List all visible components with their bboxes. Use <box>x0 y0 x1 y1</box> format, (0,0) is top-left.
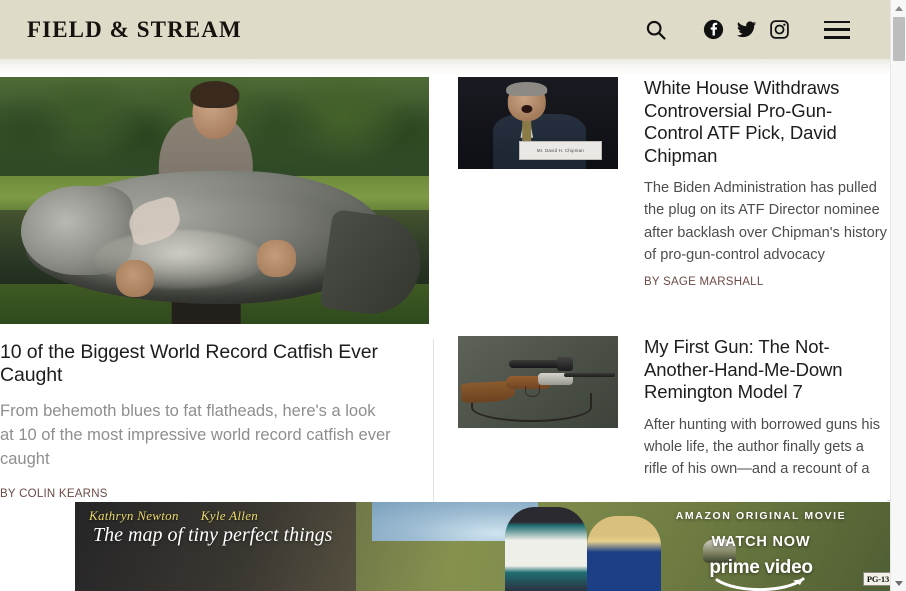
ad-container: Kathryn Newton Kyle Allen The map of tiny… <box>75 491 906 591</box>
thumb-nameplate-text: Mr. David H. Chipman <box>536 148 584 154</box>
secondary-article-list: Mr. David H. Chipman White House Withdra… <box>458 77 890 480</box>
hamburger-bar <box>824 35 850 39</box>
ad-banner-prime-video[interactable]: Kathryn Newton Kyle Allen The map of tiny… <box>75 502 901 591</box>
ad-cast-name-2: Kyle Allen <box>200 508 259 523</box>
article-thumbnail[interactable]: Mr. David H. Chipman <box>458 77 618 169</box>
article-card-body: White House Withdraws Controversial Pro-… <box>644 77 888 288</box>
article-byline[interactable]: BY SAGE MARSHALL <box>644 276 888 288</box>
page-root: FIELD & STREAM 10 of the Biggest World R… <box>0 0 906 591</box>
article-thumbnail[interactable] <box>458 335 618 428</box>
ad-cast-names: Kathryn Newton Kyle Allen <box>89 508 280 524</box>
ad-actor-male <box>504 507 588 591</box>
thumb-scope-objective <box>557 357 574 371</box>
search-icon[interactable] <box>645 19 667 41</box>
instagram-icon[interactable] <box>769 19 790 40</box>
thumb-hair <box>506 81 548 97</box>
amazon-smile-icon <box>651 577 871 591</box>
article-card-chipman[interactable]: Mr. David H. Chipman White House Withdra… <box>458 77 890 288</box>
scrollbar-thumb[interactable] <box>893 17 905 61</box>
thumb-rifle-barrel <box>563 372 615 378</box>
social-links <box>703 19 790 40</box>
hero-headline[interactable]: 10 of the Biggest World Record Catfish E… <box>0 341 429 387</box>
scroll-down-arrow-icon[interactable] <box>891 575 906 591</box>
site-header: FIELD & STREAM <box>0 0 890 59</box>
scroll-up-arrow-icon[interactable] <box>891 0 906 16</box>
ad-movie-title: The map of tiny perfect things <box>93 524 333 546</box>
page-scrollbar[interactable] <box>890 0 906 591</box>
hamburger-menu-icon[interactable] <box>824 20 850 39</box>
facebook-icon[interactable] <box>703 19 724 40</box>
article-headline[interactable]: My First Gun: The Not-Another-Hand-Me-Do… <box>644 336 888 404</box>
hero-angler-left-hand <box>115 259 155 297</box>
hero-byline[interactable]: BY COLIN KEARNS <box>0 488 429 500</box>
hero-angler-right-hand <box>257 240 296 278</box>
header-shadow-divider <box>0 59 890 77</box>
header-actions <box>645 19 890 41</box>
hero-angler-hair <box>189 80 240 108</box>
ad-cta-button[interactable]: WATCH NOW <box>651 534 871 550</box>
twitter-icon[interactable] <box>736 19 757 40</box>
thumb-necktie <box>522 121 532 142</box>
ad-brand-wordmark: prime video <box>709 557 813 578</box>
ad-mpaa-rating: PG-13 <box>862 572 893 586</box>
hero-dek: From behemoth blues to fat flatheads, he… <box>0 402 391 468</box>
ad-cta-block: AMAZON ORIGINAL MOVIE WATCH NOW prime vi… <box>651 510 871 591</box>
article-card-body: My First Gun: The Not-Another-Hand-Me-Do… <box>644 336 888 480</box>
thumb-trigger-guard <box>525 385 540 397</box>
site-logo[interactable]: FIELD & STREAM <box>27 17 242 43</box>
hero-image[interactable] <box>0 77 429 324</box>
article-headline[interactable]: White House Withdraws Controversial Pro-… <box>644 77 888 167</box>
hamburger-bar <box>824 28 850 31</box>
article-card-remington[interactable]: My First Gun: The Not-Another-Hand-Me-Do… <box>458 335 890 480</box>
ad-cast-name-1: Kathryn Newton <box>89 508 179 523</box>
hero-article[interactable]: 10 of the Biggest World Record Catfish E… <box>0 77 429 500</box>
article-dek: After hunting with borrowed guns his who… <box>644 416 881 477</box>
article-dek: The Biden Administration has pulled the … <box>644 180 887 263</box>
ad-kicker: AMAZON ORIGINAL MOVIE <box>675 510 847 522</box>
hamburger-bar <box>824 20 850 24</box>
